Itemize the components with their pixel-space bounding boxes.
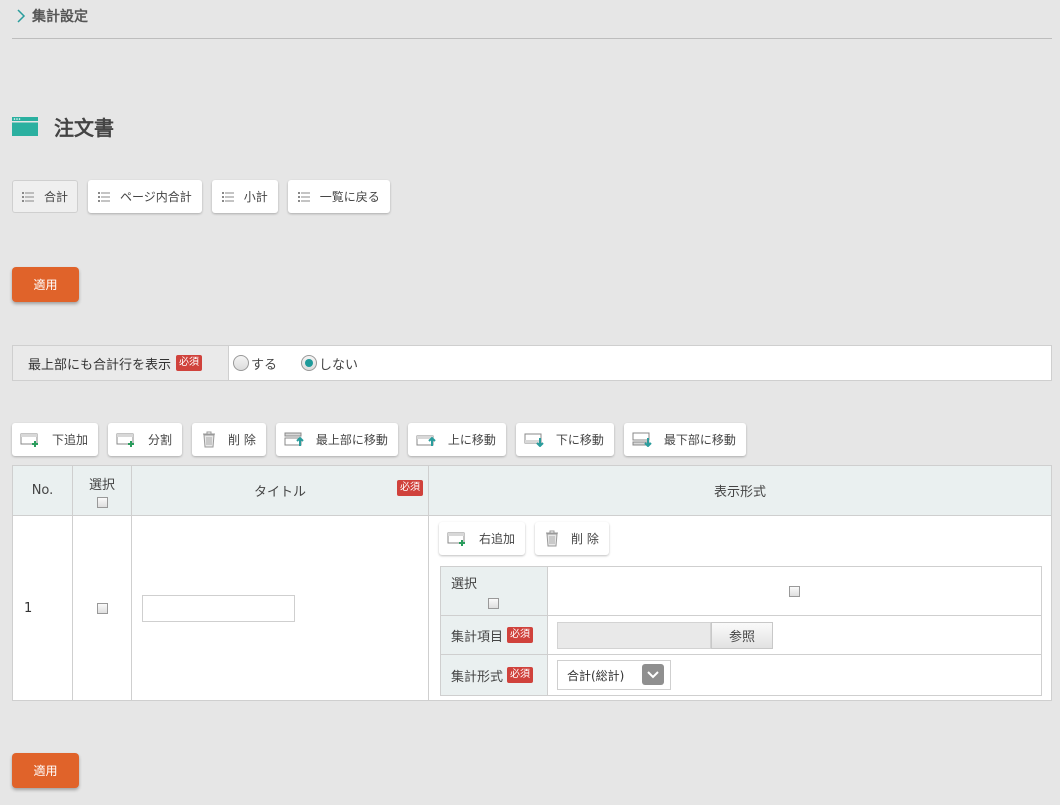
radio-button-selected[interactable]	[301, 355, 318, 371]
tab-subtotal[interactable]: 小計	[211, 180, 278, 213]
setting-options: する しない	[229, 346, 1051, 380]
radio-button[interactable]	[233, 355, 249, 371]
button-label: 下追加	[52, 433, 89, 447]
radio-label: しない	[319, 357, 359, 373]
trash-icon	[546, 530, 558, 547]
button-label: 削 除	[571, 532, 599, 546]
radio-option-no[interactable]: しない	[301, 354, 358, 373]
format-select-label-cell: 選択	[441, 567, 548, 615]
trash-icon	[203, 431, 216, 448]
header-label: 表示形式	[713, 485, 766, 500]
move-down-button[interactable]: 下に移動	[515, 423, 614, 456]
page-title: 注文書	[54, 116, 114, 140]
move-bottom-button[interactable]: 最下部に移動	[623, 423, 746, 456]
aggregate-format-label: 集計形式	[451, 669, 504, 685]
format-item-checkbox[interactable]	[789, 585, 800, 597]
format-detail-table: 選択 集計項目 必須 参照 集計形式 必須 合計(総計)	[440, 566, 1042, 696]
required-badge: 必須	[507, 667, 534, 683]
tab-label: ページ内合計	[120, 190, 192, 204]
aggregate-format-select[interactable]: 合計(総計)	[557, 660, 671, 690]
move-top-icon	[284, 432, 304, 446]
aggregate-format-value-cell: 合計(総計)	[548, 655, 1041, 695]
row-number: 1	[24, 600, 33, 616]
add-below-button[interactable]: 下追加	[12, 423, 99, 456]
required-badge: 必須	[176, 355, 203, 371]
breadcrumb: 集計設定	[12, 0, 1052, 39]
row-select-cell	[73, 516, 132, 700]
setting-label: 最上部にも合計行を表示	[28, 357, 172, 373]
list-icon	[22, 191, 34, 202]
delete-button[interactable]: 削 除	[192, 423, 266, 456]
apply-button-bottom[interactable]: 適用	[12, 753, 79, 788]
button-label: 最上部に移動	[315, 433, 388, 447]
button-label: 下に移動	[555, 433, 604, 447]
aggregate-format-label-cell: 集計形式 必須	[441, 655, 548, 695]
list-icon	[297, 191, 310, 202]
breadcrumb-label[interactable]: 集計設定	[32, 6, 88, 26]
move-bottom-icon	[632, 432, 652, 447]
select-value: 合計(総計)	[567, 668, 625, 683]
header-label: 選択	[88, 477, 115, 493]
header-format: 表示形式	[429, 466, 1051, 516]
move-up-icon	[416, 435, 436, 446]
move-top-button[interactable]: 最上部に移動	[275, 423, 398, 456]
show-total-top-setting: 最上部にも合計行を表示 必須 する しない	[12, 345, 1052, 381]
split-button[interactable]: 分割	[108, 423, 183, 456]
header-select: 選択	[73, 466, 132, 516]
button-label: 削 除	[228, 433, 256, 447]
select-all-checkbox[interactable]	[96, 496, 108, 508]
move-down-icon	[524, 433, 544, 447]
split-icon	[116, 433, 135, 447]
add-column-icon	[447, 532, 465, 546]
required-badge: 必須	[397, 480, 423, 496]
apply-button-top[interactable]: 適用	[12, 267, 79, 302]
chevron-down-icon[interactable]	[642, 664, 664, 685]
button-label: 上に移動	[447, 433, 496, 447]
aggregate-item-label-cell: 集計項目 必須	[441, 616, 548, 654]
header-no: No.	[13, 466, 73, 516]
button-label: 分割	[148, 433, 173, 447]
window-icon	[12, 117, 38, 136]
radio-label: する	[251, 357, 278, 373]
list-icon	[221, 191, 234, 202]
tab-label: 小計	[243, 190, 268, 204]
reference-button[interactable]: 参照	[711, 621, 773, 649]
list-icon	[98, 191, 111, 202]
format-select-label: 選択	[451, 577, 478, 592]
header-label: No.	[31, 483, 54, 498]
required-badge: 必須	[507, 627, 534, 643]
setting-label-cell: 最上部にも合計行を表示 必須	[13, 346, 229, 380]
aggregate-format-row: 集計形式 必須 合計(総計)	[441, 655, 1041, 695]
aggregate-item-row: 集計項目 必須 参照	[441, 616, 1041, 655]
aggregate-item-input[interactable]	[557, 621, 711, 649]
tab-page-total[interactable]: ページ内合計	[88, 180, 202, 213]
add-row-icon	[20, 433, 38, 447]
move-up-button[interactable]: 上に移動	[407, 423, 506, 456]
header-title: タイトル 必須	[132, 466, 429, 516]
aggregate-item-label: 集計項目	[451, 629, 504, 645]
chevron-right-icon	[17, 9, 26, 23]
button-label: 最下部に移動	[663, 433, 736, 447]
page-header: 注文書	[12, 112, 114, 141]
header-label: タイトル	[253, 485, 306, 500]
radio-option-yes[interactable]: する	[233, 354, 277, 373]
row-title-cell	[132, 516, 429, 700]
tab-label: 一覧に戻る	[319, 190, 380, 204]
summary-tabs: 合計 ページ内合計 小計 一覧に戻る	[12, 180, 390, 213]
format-select-value-cell	[548, 567, 1041, 615]
button-label: 右追加	[479, 532, 516, 546]
tab-label: 合計	[44, 190, 69, 204]
title-input[interactable]	[142, 594, 295, 622]
tab-back-to-list[interactable]: 一覧に戻る	[287, 180, 390, 213]
row-checkbox[interactable]	[96, 602, 108, 614]
aggregate-item-value-cell: 参照	[548, 616, 1041, 654]
summary-grid: No. 選択 タイトル 必須 表示形式 1 右追加 削 除 選択 集計項目 必須…	[12, 465, 1052, 701]
row-no-cell: 1	[13, 516, 73, 700]
format-select-row: 選択	[441, 567, 1041, 616]
row-toolbar: 下追加 分割 削 除 最上部に移動 上に移動 下に移動 最下部に移動	[12, 423, 746, 456]
format-select-all-checkbox[interactable]	[488, 598, 499, 609]
tab-total[interactable]: 合計	[12, 180, 79, 213]
add-right-button[interactable]: 右追加	[439, 522, 526, 555]
delete-column-button[interactable]: 削 除	[535, 522, 609, 555]
